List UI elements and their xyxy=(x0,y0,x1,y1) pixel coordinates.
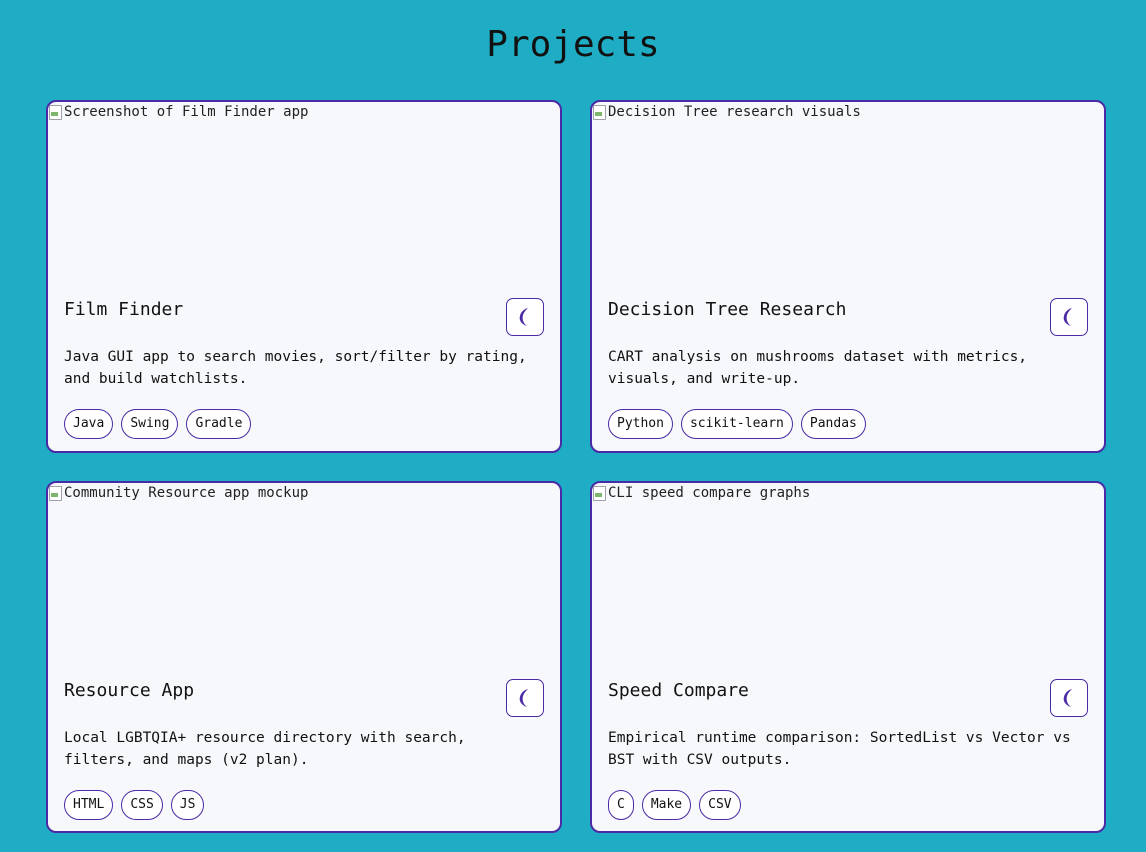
project-image-alt: Screenshot of Film Finder app xyxy=(64,104,309,120)
tag: HTML xyxy=(64,790,114,820)
moon-icon xyxy=(1063,308,1072,326)
tag-list: HTML CSS JS xyxy=(64,790,205,820)
tag: Gradle xyxy=(186,409,252,439)
tag: Swing xyxy=(121,409,179,439)
moon-icon xyxy=(519,689,528,707)
tag: JS xyxy=(170,790,205,820)
theme-toggle-button[interactable] xyxy=(506,679,544,717)
project-card: CLI speed compare graphs Speed Compare E… xyxy=(590,481,1106,833)
project-title: Resource App xyxy=(64,680,195,701)
project-card: Decision Tree research visuals Decision … xyxy=(590,100,1106,453)
tag: CSS xyxy=(121,790,163,820)
theme-toggle-button[interactable] xyxy=(1050,298,1088,336)
broken-image-icon xyxy=(48,104,64,120)
tag: Make xyxy=(641,790,692,820)
projects-grid: Screenshot of Film Finder app Film Finde… xyxy=(46,100,1106,833)
project-card: Screenshot of Film Finder app Film Finde… xyxy=(46,100,562,453)
moon-icon xyxy=(1063,689,1072,707)
project-image: CLI speed compare graphs xyxy=(592,483,1104,663)
theme-toggle-button[interactable] xyxy=(1050,679,1088,717)
project-image: Community Resource app mockup xyxy=(48,483,560,663)
moon-icon xyxy=(519,308,528,326)
project-image: Decision Tree research visuals xyxy=(592,102,1104,282)
tag: C xyxy=(608,790,634,820)
tag: Python xyxy=(608,409,673,439)
tag: Java xyxy=(64,409,114,439)
project-description: Java GUI app to search movies, sort/filt… xyxy=(64,349,527,387)
project-description: Local LGBTQIA+ resource directory with s… xyxy=(64,730,466,768)
project-title: Speed Compare xyxy=(608,680,749,701)
project-image-alt: Community Resource app mockup xyxy=(64,485,309,501)
page-title: Projects xyxy=(486,24,660,65)
broken-image-icon xyxy=(592,485,608,501)
tag: CSV xyxy=(699,790,741,820)
project-image-alt: Decision Tree research visuals xyxy=(608,104,861,120)
theme-toggle-button[interactable] xyxy=(506,298,544,336)
tag: scikit-learn xyxy=(680,409,793,439)
tag-list: Java Swing Gradle xyxy=(64,409,252,439)
broken-image-icon xyxy=(592,104,608,120)
broken-image-icon xyxy=(48,485,64,501)
project-description: Empirical runtime comparison: SortedList… xyxy=(608,730,1071,768)
tag: Pandas xyxy=(800,409,866,439)
project-card: Community Resource app mockup Resource A… xyxy=(46,481,562,833)
project-image-alt: CLI speed compare graphs xyxy=(608,485,811,501)
project-description: CART analysis on mushrooms dataset with … xyxy=(608,349,1028,387)
project-title: Decision Tree Research xyxy=(608,299,847,320)
project-title: Film Finder xyxy=(64,299,184,320)
project-image: Screenshot of Film Finder app xyxy=(48,102,560,282)
tag-list: C Make CSV xyxy=(608,790,741,820)
tag-list: Python scikit-learn Pandas xyxy=(608,409,866,439)
